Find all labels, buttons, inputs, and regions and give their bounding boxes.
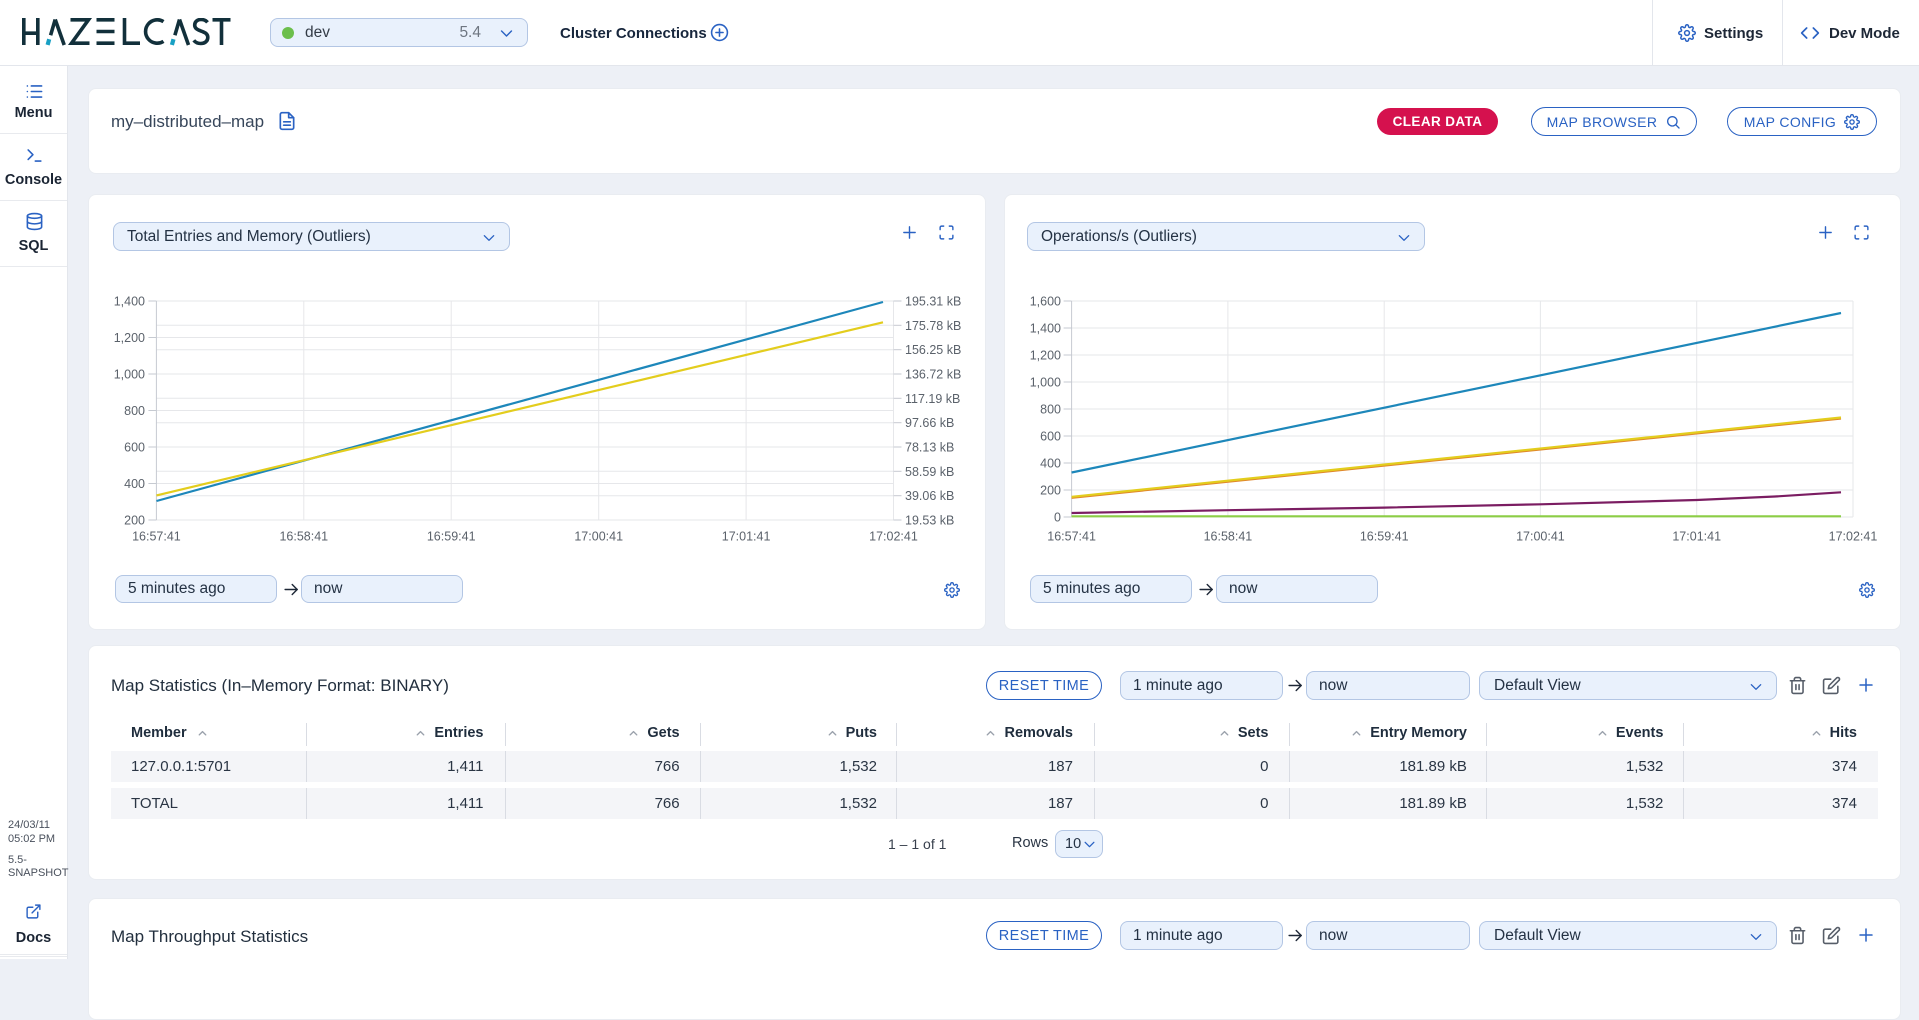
svg-text:1,200: 1,200 <box>1030 349 1061 363</box>
svg-text:17:01:41: 17:01:41 <box>1672 530 1721 544</box>
svg-text:78.13 kB: 78.13 kB <box>905 441 954 455</box>
svg-text:600: 600 <box>124 441 145 455</box>
svg-text:16:59:41: 16:59:41 <box>427 530 476 544</box>
svg-text:400: 400 <box>124 477 145 491</box>
svg-text:16:58:41: 16:58:41 <box>279 530 328 544</box>
svg-text:1,400: 1,400 <box>1030 322 1061 336</box>
svg-text:136.72 kB: 136.72 kB <box>905 368 961 382</box>
svg-text:117.19 kB: 117.19 kB <box>905 392 960 406</box>
svg-text:195.31 kB: 195.31 kB <box>905 295 961 309</box>
svg-text:1,200: 1,200 <box>114 331 145 345</box>
svg-text:97.66 kB: 97.66 kB <box>905 416 954 430</box>
svg-text:600: 600 <box>1040 430 1061 444</box>
svg-text:156.25 kB: 156.25 kB <box>905 343 961 357</box>
svg-text:17:01:41: 17:01:41 <box>722 530 771 544</box>
svg-text:17:02:41: 17:02:41 <box>1829 530 1878 544</box>
svg-text:16:59:41: 16:59:41 <box>1360 530 1409 544</box>
svg-text:200: 200 <box>124 514 145 528</box>
svg-text:1,400: 1,400 <box>114 295 145 309</box>
svg-text:400: 400 <box>1040 457 1061 471</box>
svg-text:16:58:41: 16:58:41 <box>1204 530 1253 544</box>
svg-text:19.53 kB: 19.53 kB <box>905 514 954 528</box>
svg-text:1,000: 1,000 <box>114 368 145 382</box>
svg-text:17:02:41: 17:02:41 <box>869 530 918 544</box>
svg-text:16:57:41: 16:57:41 <box>1047 530 1096 544</box>
svg-text:200: 200 <box>1040 484 1061 498</box>
svg-text:0: 0 <box>1054 511 1061 525</box>
svg-text:16:57:41: 16:57:41 <box>132 530 181 544</box>
svg-text:1,600: 1,600 <box>1030 295 1061 309</box>
svg-text:175.78 kB: 175.78 kB <box>905 319 961 333</box>
svg-text:17:00:41: 17:00:41 <box>1516 530 1565 544</box>
svg-text:17:00:41: 17:00:41 <box>574 530 623 544</box>
svg-text:58.59 kB: 58.59 kB <box>905 465 954 479</box>
svg-text:800: 800 <box>1040 403 1061 417</box>
svg-text:1,000: 1,000 <box>1030 376 1061 390</box>
svg-text:800: 800 <box>124 404 145 418</box>
svg-text:39.06 kB: 39.06 kB <box>905 489 954 503</box>
